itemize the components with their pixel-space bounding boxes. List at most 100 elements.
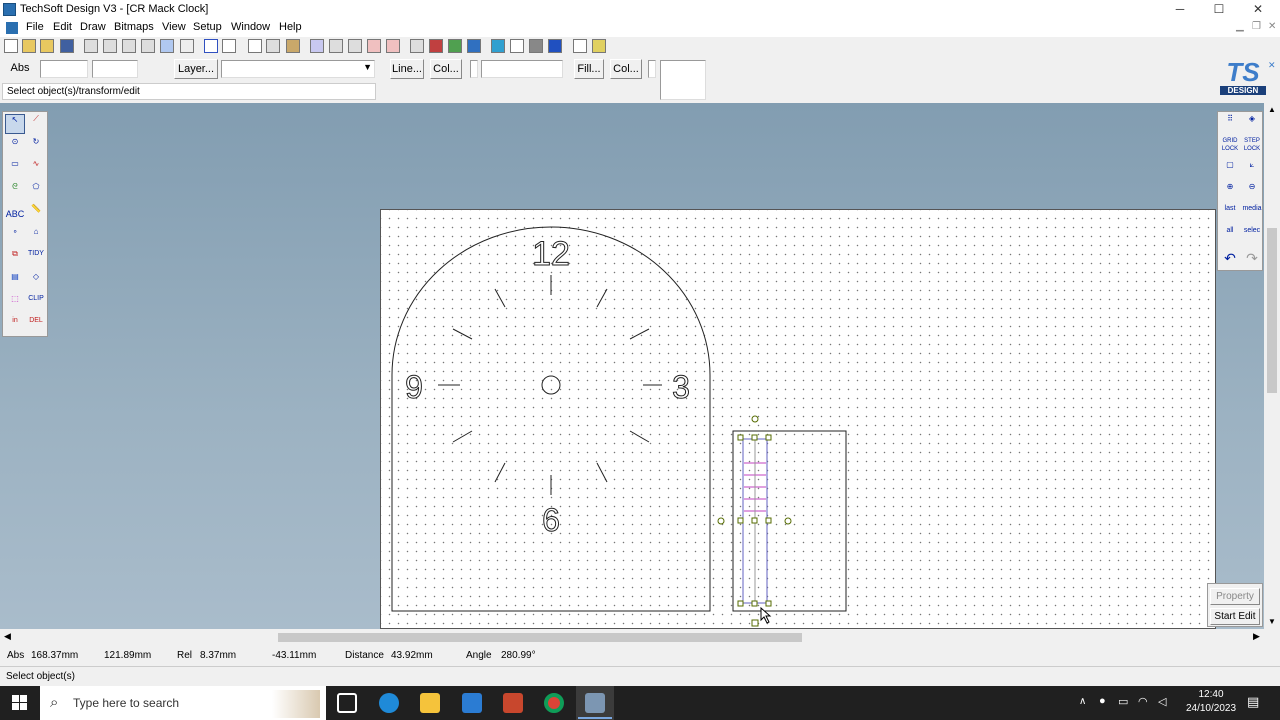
close-logo-icon[interactable]: ✕	[1268, 60, 1276, 71]
horizontal-scrollbar[interactable]: ◀ ▶	[0, 629, 1280, 646]
zoom-in-icon[interactable]: ⊕	[1220, 182, 1240, 202]
undo-icon[interactable]	[204, 39, 218, 53]
print-setup-icon[interactable]	[103, 39, 117, 53]
layer-select[interactable]: ▼	[221, 60, 375, 78]
center-hole[interactable]	[541, 375, 561, 395]
machine-icon[interactable]	[429, 39, 443, 53]
redo-icon[interactable]	[222, 39, 236, 53]
powerpoint-icon[interactable]	[503, 693, 523, 713]
file-explorer-icon[interactable]	[420, 693, 440, 713]
align-tool-icon[interactable]: ▤	[5, 272, 25, 292]
line-colour-button[interactable]: Col...	[430, 59, 462, 79]
polygon-tool-icon[interactable]: ⬠	[26, 182, 46, 202]
battery-icon[interactable]: ▭	[1118, 695, 1128, 708]
line-tool-icon[interactable]: ⟋	[26, 114, 46, 134]
abs-x-field[interactable]	[40, 60, 88, 78]
print-icon[interactable]	[84, 39, 98, 53]
page-icon[interactable]: ▢	[1220, 160, 1240, 180]
numeral-12[interactable]: 12	[532, 235, 571, 274]
laser-icon[interactable]	[448, 39, 462, 53]
mdi-minimize-icon[interactable]: ▁	[1236, 21, 1244, 32]
menu-view[interactable]: View	[162, 21, 186, 33]
scroll-down-icon[interactable]: ▼	[1268, 617, 1276, 626]
start-edit-button[interactable]: Start Edit	[1210, 608, 1260, 625]
edge-icon[interactable]	[379, 693, 399, 713]
horizontal-scroll-thumb[interactable]	[278, 633, 802, 642]
tidy-tool-icon[interactable]: TIDY	[26, 249, 46, 269]
fill-colour-button[interactable]: Col...	[610, 59, 642, 79]
menu-edit[interactable]: Edit	[53, 21, 72, 33]
clip-tool-icon[interactable]: CLIP	[26, 294, 46, 314]
select-tool-icon[interactable]: ↖	[5, 114, 25, 134]
axes-icon[interactable]: ⟀	[1242, 160, 1262, 180]
line-button[interactable]: Line...	[390, 59, 424, 79]
layer-icon[interactable]	[410, 39, 424, 53]
volume-icon[interactable]: ◁	[1158, 695, 1166, 708]
snap-icon[interactable]: ◈	[1242, 114, 1262, 134]
property-button[interactable]: Property	[1210, 588, 1260, 605]
zoom-tool-icon[interactable]	[510, 39, 524, 53]
taskbar-search[interactable]: ⌕ Type here to search	[40, 686, 326, 720]
minimize-button[interactable]: ─	[1160, 1, 1200, 18]
microphone-icon[interactable]: ●	[1099, 695, 1106, 707]
open-folder-icon[interactable]	[40, 39, 54, 53]
grid-icon[interactable]: ⠿	[1220, 114, 1240, 134]
import-icon[interactable]	[141, 39, 155, 53]
save-icon[interactable]	[60, 39, 74, 53]
mdi-close-icon[interactable]: ✕	[1268, 21, 1276, 32]
globe-icon[interactable]	[548, 39, 562, 53]
abs-y-field[interactable]	[92, 60, 138, 78]
node-tool-icon[interactable]: ∘	[5, 227, 25, 247]
screen-icon[interactable]	[491, 39, 505, 53]
cut-icon[interactable]	[248, 39, 262, 53]
menu-window[interactable]: Window	[231, 21, 270, 33]
zoom-last-icon[interactable]: last	[1220, 204, 1240, 224]
grid-lock-icon[interactable]: GRID LOCK	[1220, 137, 1240, 157]
numeral-6[interactable]: 6	[542, 502, 561, 539]
windows-start-icon[interactable]	[12, 695, 28, 711]
scroll-left-icon[interactable]: ◀	[4, 631, 11, 642]
layer-button[interactable]: Layer...	[174, 59, 218, 79]
help-icon[interactable]	[592, 39, 606, 53]
crop-tool-icon[interactable]: ⬚	[5, 294, 25, 314]
paste-icon[interactable]	[286, 39, 300, 53]
zoom-out-icon[interactable]: ⊖	[1242, 182, 1262, 202]
drawing-workarea[interactable]: 12 3 6 9 ↖ ⟋ ⊙ ↻ ▭ ∿ ᘓ ⬠ ABC 📏 ∘ ⌂ ⧉ TID…	[0, 103, 1280, 629]
menu-draw[interactable]: Draw	[80, 21, 106, 33]
measure-tool-icon[interactable]: 📏	[26, 204, 46, 224]
menu-help[interactable]: Help	[279, 21, 302, 33]
numeral-3[interactable]: 3	[672, 369, 691, 406]
undo-view-icon[interactable]: ↶	[1220, 249, 1240, 269]
fill-button[interactable]: Fill...	[574, 59, 604, 79]
close-button[interactable]: ✕	[1238, 1, 1278, 18]
clock-drawing[interactable]: 12 3 6 9	[0, 103, 1264, 629]
tray-chevron-icon[interactable]: ∧	[1079, 696, 1086, 707]
delete-tool-icon[interactable]: DEL	[26, 316, 46, 336]
task-view-icon[interactable]	[337, 693, 357, 713]
ungroup-icon[interactable]	[348, 39, 362, 53]
rectangle-tool-icon[interactable]: ▭	[5, 159, 25, 179]
chrome-icon[interactable]	[544, 693, 564, 713]
context-help-icon[interactable]	[573, 39, 587, 53]
open-icon[interactable]	[22, 39, 36, 53]
vertical-scroll-thumb[interactable]	[1267, 228, 1277, 393]
menu-bitmaps[interactable]: Bitmaps	[114, 21, 154, 33]
numeral-9[interactable]: 9	[405, 369, 424, 406]
step-lock-icon[interactable]: STEP LOCK	[1242, 137, 1262, 157]
move-icon[interactable]	[386, 39, 400, 53]
shape-tool-icon[interactable]: ⧉	[5, 249, 25, 269]
maximize-button[interactable]: ☐	[1199, 1, 1239, 18]
curve-tool-icon[interactable]: ∿	[26, 159, 46, 179]
redo-view-icon[interactable]: ↷	[1242, 249, 1262, 269]
in-tool-icon[interactable]: in	[5, 316, 25, 336]
taskbar-clock[interactable]: 12:40 24/10/2023	[1176, 689, 1246, 714]
text-icon[interactable]	[160, 39, 174, 53]
frame-icon[interactable]	[367, 39, 381, 53]
new-icon[interactable]	[4, 39, 18, 53]
mail-icon[interactable]	[462, 693, 482, 713]
zoom-selection-icon[interactable]: selec	[1242, 226, 1262, 246]
copy-icon[interactable]	[266, 39, 280, 53]
mdi-restore-icon[interactable]: ❐	[1252, 21, 1261, 32]
menu-setup[interactable]: Setup	[193, 21, 222, 33]
wifi-icon[interactable]: ◠	[1138, 695, 1148, 708]
